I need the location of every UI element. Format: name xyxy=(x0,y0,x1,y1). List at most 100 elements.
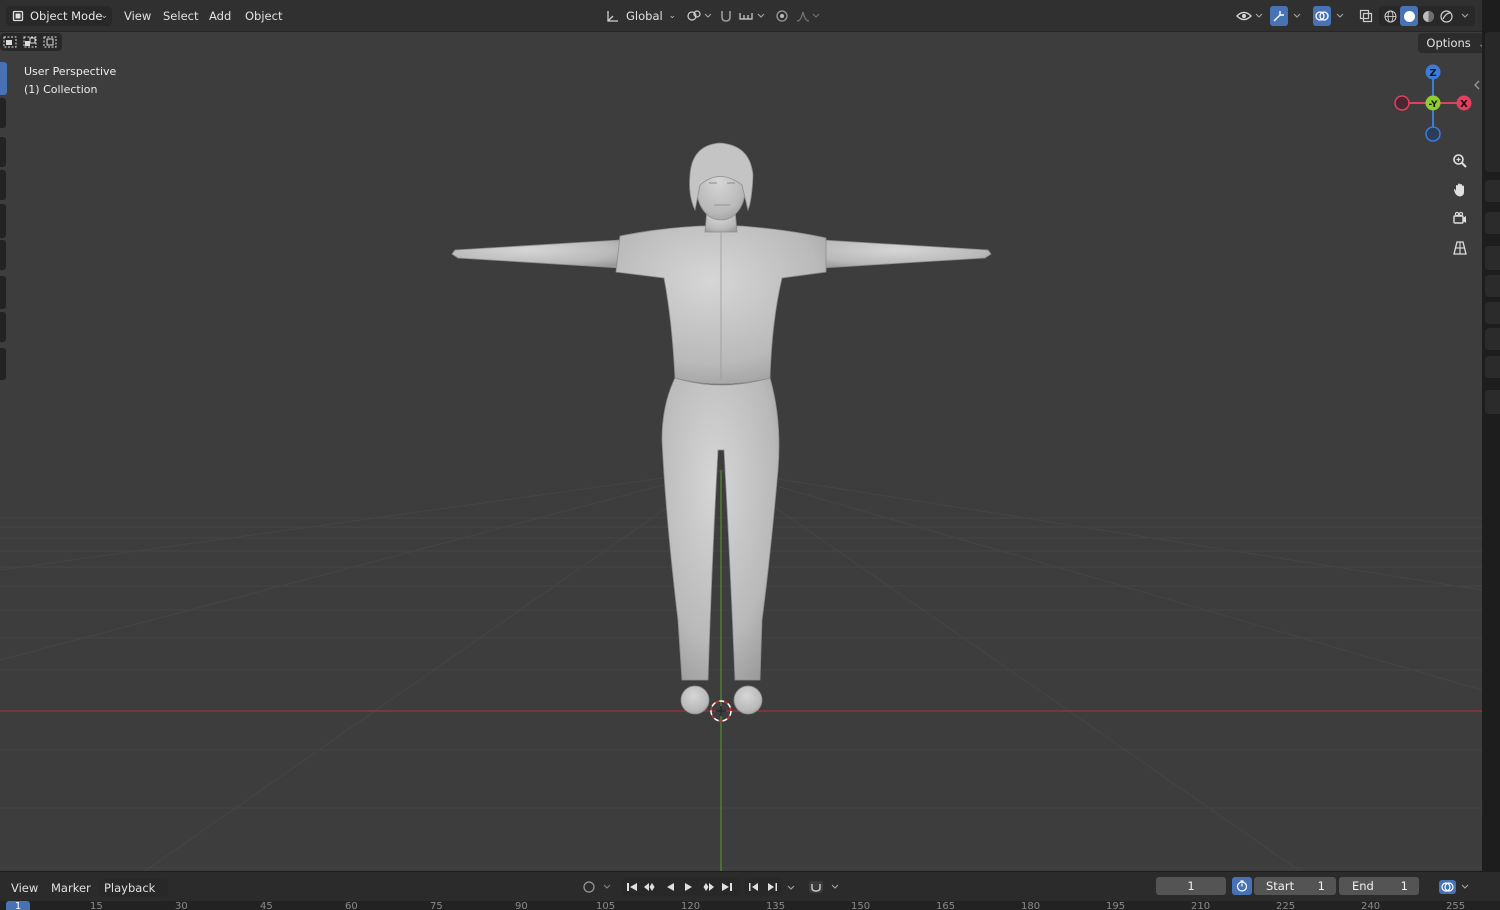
pan-hand-icon[interactable] xyxy=(1446,176,1474,204)
ruler-tick: 150 xyxy=(851,901,871,910)
zoom-icon[interactable] xyxy=(1446,147,1474,175)
menu-select[interactable]: Select xyxy=(157,6,204,26)
properties-tab-render[interactable] xyxy=(1485,212,1500,234)
tool-move[interactable] xyxy=(0,137,6,167)
properties-tab-texture[interactable] xyxy=(1485,390,1500,414)
material-shading-icon[interactable] xyxy=(1419,8,1437,24)
object-mode-icon xyxy=(11,9,25,23)
gizmo-z-label: Z xyxy=(1429,68,1436,79)
menu-add[interactable]: Add xyxy=(203,6,237,26)
tool-add[interactable] xyxy=(0,348,6,380)
properties-editor-edge xyxy=(1482,0,1500,871)
ruler-tick: 255 xyxy=(1446,901,1466,910)
timeline-menu-view[interactable]: View xyxy=(6,879,43,897)
prev-keyframe-icon[interactable] xyxy=(642,880,658,894)
end-label: End xyxy=(1352,879,1374,893)
collection-label: (1) Collection xyxy=(24,82,98,96)
playback-dropdown[interactable]: Playback ⌄ xyxy=(99,879,168,910)
outliner-edge xyxy=(1485,32,1500,172)
ruler-tick: 90 xyxy=(515,901,528,910)
snap-magnet-icon[interactable] xyxy=(806,878,842,896)
options-label: Options xyxy=(1426,36,1471,50)
tool-transform[interactable] xyxy=(0,240,6,270)
proportional-editing-icon[interactable] xyxy=(772,7,822,25)
stopwatch-icon[interactable] xyxy=(1232,877,1252,895)
tool-settings-row xyxy=(0,32,1482,54)
jump-end-icon[interactable] xyxy=(719,880,735,894)
timeline-menu-marker[interactable]: Marker xyxy=(46,879,96,897)
properties-tab-scene[interactable] xyxy=(1485,302,1500,324)
gizmo-y-label: -Y xyxy=(1429,100,1438,110)
select-new-icon[interactable] xyxy=(1,34,19,50)
ruler-tick: 195 xyxy=(1106,901,1126,910)
menu-view[interactable]: View xyxy=(118,6,157,26)
toolbar-strip xyxy=(0,62,8,392)
menu-object[interactable]: Object xyxy=(239,6,288,26)
ruler-tick: 210 xyxy=(1191,901,1211,910)
3d-viewport[interactable]: Z -Y X User Perspective (1) Collection xyxy=(0,0,1482,871)
keyframe-type-dropdown-icon[interactable] xyxy=(784,880,798,896)
viewport-grid: Z -Y X xyxy=(0,64,1482,871)
tool-rotate[interactable] xyxy=(0,170,6,200)
start-frame-field[interactable]: Start 1 xyxy=(1254,877,1336,895)
play-icon[interactable] xyxy=(681,880,697,894)
keyframe-jump-group xyxy=(744,878,782,896)
properties-tab-collection[interactable] xyxy=(1485,356,1500,378)
ruler-tick: 45 xyxy=(260,901,273,910)
end-frame-field[interactable]: End 1 xyxy=(1339,877,1419,895)
transform-orientation-dropdown[interactable]: Global ⌄ xyxy=(600,6,678,26)
pivot-point-icon[interactable] xyxy=(684,7,712,25)
mode-selector[interactable]: Object Mode ⌄ xyxy=(6,6,112,26)
current-frame-marker[interactable]: 1 xyxy=(6,901,30,910)
tool-scale[interactable] xyxy=(0,204,6,238)
playback-label: Playback xyxy=(104,881,156,895)
timeline-ruler[interactable]: 15 30 45 60 75 90 105 120 135 150 165 18… xyxy=(0,901,1500,910)
rendered-shading-icon[interactable] xyxy=(1437,8,1455,24)
jump-prev-key-icon[interactable] xyxy=(745,880,762,894)
jump-next-key-icon[interactable] xyxy=(763,880,780,894)
current-frame-field[interactable]: 1 xyxy=(1156,877,1226,895)
jump-start-icon[interactable] xyxy=(624,880,640,894)
viewport-info: User Perspective (1) Collection xyxy=(24,63,116,98)
gizmo-x-label: X xyxy=(1460,99,1468,110)
playback-controls xyxy=(622,878,740,896)
overlays-toggle-icon[interactable] xyxy=(1313,6,1331,26)
viewport-header: Object Mode ⌄ View Select Add Object Glo… xyxy=(0,0,1482,32)
ruler-tick: 240 xyxy=(1361,901,1381,910)
ruler-tick: 30 xyxy=(175,901,188,910)
ruler-tick: 165 xyxy=(936,901,956,910)
ruler-tick: 180 xyxy=(1021,901,1041,910)
timeline-overlay-icon[interactable] xyxy=(1436,878,1472,896)
auto-keying-icon[interactable] xyxy=(578,878,614,896)
next-keyframe-icon[interactable] xyxy=(700,880,716,894)
tool-measure[interactable] xyxy=(0,312,6,342)
camera-view-icon[interactable] xyxy=(1446,205,1474,233)
tool-select-active[interactable] xyxy=(0,62,7,95)
properties-tab-output[interactable] xyxy=(1485,246,1500,270)
ruler-tick: 15 xyxy=(90,901,103,910)
ortho-grid-icon[interactable] xyxy=(1446,234,1474,262)
select-subtract-icon[interactable] xyxy=(41,34,59,50)
overlays-dropdown-icon[interactable] xyxy=(1333,7,1347,25)
gizmo-toggle-icon[interactable] xyxy=(1270,6,1288,26)
end-value: 1 xyxy=(1400,879,1408,893)
sidebar-toggle-icon[interactable] xyxy=(1472,78,1482,92)
select-extend-icon[interactable] xyxy=(21,34,39,50)
shading-dropdown-icon[interactable] xyxy=(1457,8,1473,24)
gizmo-dropdown-icon[interactable] xyxy=(1290,7,1304,25)
tool-cursor[interactable] xyxy=(0,98,6,128)
visibility-eye-icon[interactable] xyxy=(1234,7,1266,25)
view-perspective-label: User Perspective xyxy=(24,65,117,78)
shading-mode-group xyxy=(1379,6,1475,26)
solid-shading-icon[interactable] xyxy=(1400,6,1418,26)
start-value: 1 xyxy=(1317,879,1325,893)
properties-tab-world[interactable] xyxy=(1485,328,1500,350)
wireframe-shading-icon[interactable] xyxy=(1381,8,1399,24)
xray-toggle-icon[interactable] xyxy=(1357,7,1375,25)
properties-tab-tool[interactable] xyxy=(1485,180,1500,202)
properties-tab-view-layer[interactable] xyxy=(1485,275,1500,297)
tool-annotate[interactable] xyxy=(0,276,6,309)
ruler-tick: 105 xyxy=(596,901,616,910)
snapping-icon[interactable] xyxy=(718,7,768,25)
play-reverse-icon[interactable] xyxy=(662,880,678,894)
